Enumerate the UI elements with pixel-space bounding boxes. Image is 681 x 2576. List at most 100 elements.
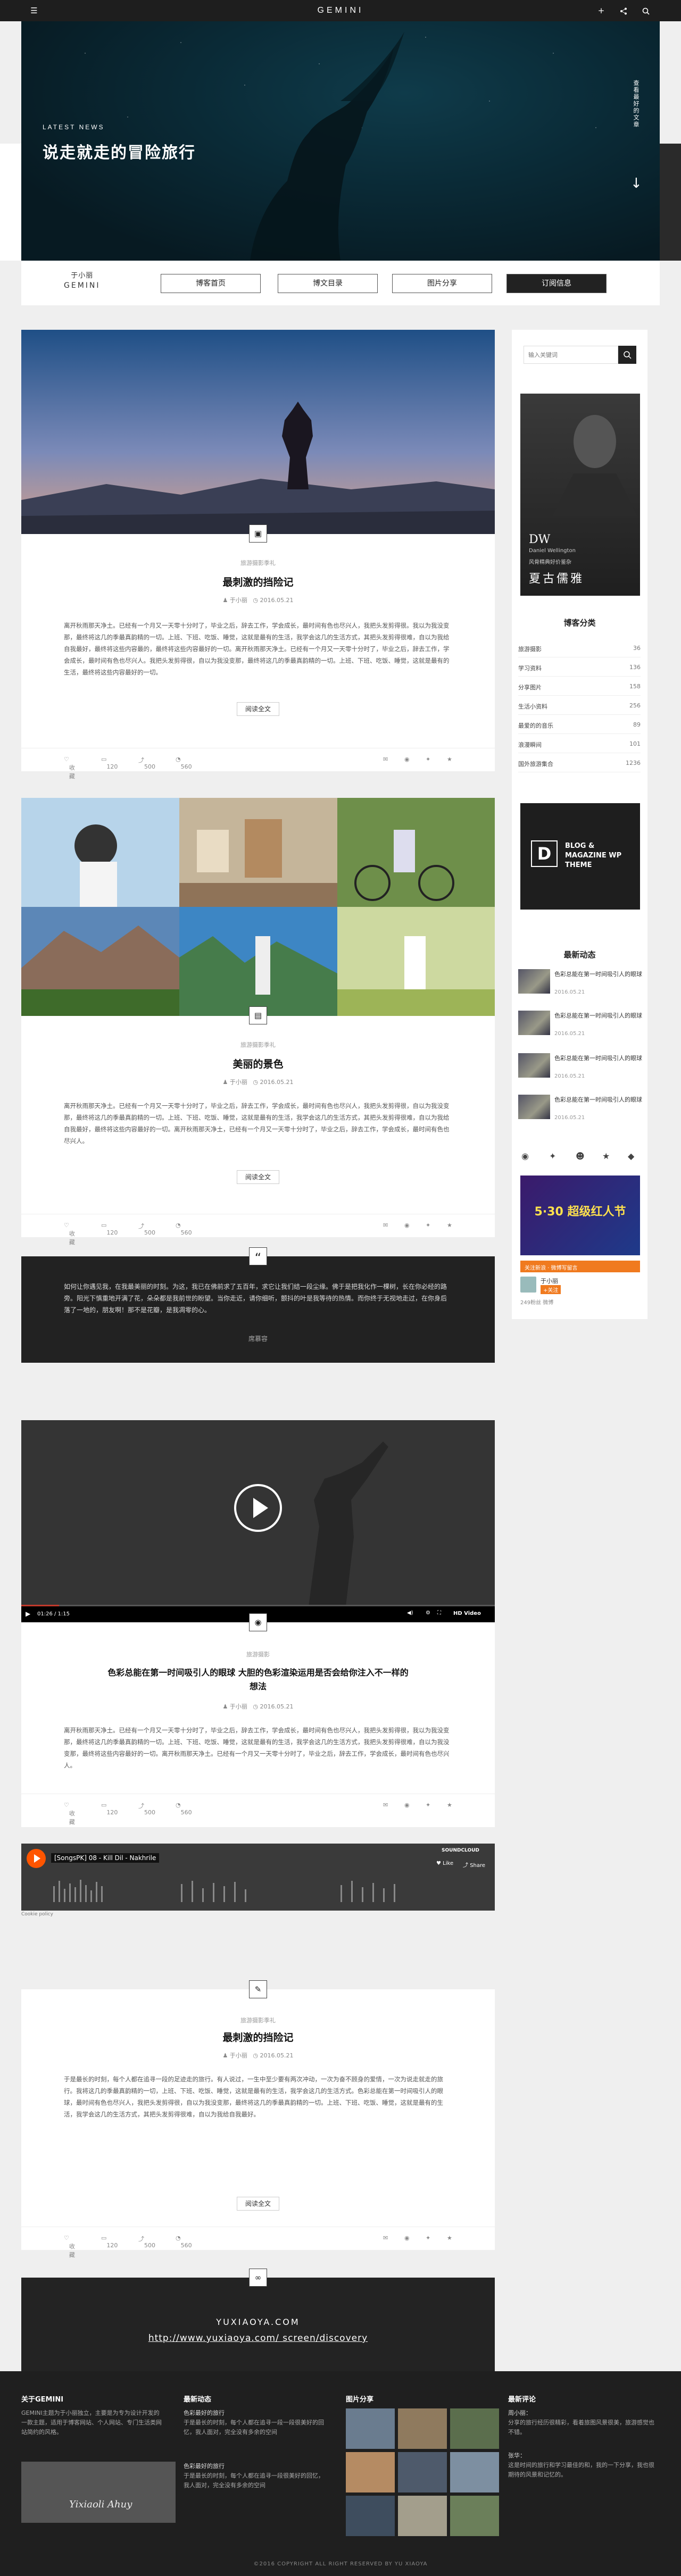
weibo-share-icon[interactable]: ◉ bbox=[404, 1802, 410, 1808]
news-item[interactable]: 色彩总能在第一时间吸引人的眼球 2016.05.21 bbox=[518, 1095, 642, 1132]
news-item[interactable]: 色彩总能在第一时间吸引人的眼球 2016.05.21 bbox=[518, 969, 642, 1006]
email-share-icon[interactable]: ✉ bbox=[383, 756, 388, 763]
star-share-icon[interactable]: ★ bbox=[447, 1222, 452, 1229]
email-share-icon[interactable]: ✉ bbox=[383, 1802, 388, 1808]
brand-block[interactable]: 于小丽 GEMINI bbox=[64, 271, 101, 290]
star-share-icon[interactable]: ★ bbox=[447, 2235, 452, 2241]
footer-photo[interactable] bbox=[450, 2452, 499, 2492]
scroll-down-arrow-icon[interactable]: ↓ bbox=[630, 176, 642, 191]
play-button[interactable] bbox=[234, 1484, 282, 1532]
read-more-button[interactable]: 阅读全文 bbox=[237, 2197, 279, 2211]
search-icon[interactable] bbox=[640, 0, 652, 21]
weibo-name[interactable]: 于小丽 bbox=[541, 1277, 558, 1285]
post-gallery-image[interactable] bbox=[21, 798, 495, 1016]
fullscreen-icon[interactable]: ⛶ bbox=[437, 1610, 441, 1616]
nav-item-subscribe[interactable]: 订阅信息 bbox=[506, 274, 607, 293]
post-title[interactable]: 最刺激的挡险记 bbox=[21, 574, 495, 589]
share-count[interactable]: ⤴ 500 bbox=[138, 756, 155, 770]
like-button[interactable]: ♡ 收藏 bbox=[64, 1222, 75, 1246]
cookie-policy-link[interactable]: Cookie policy bbox=[21, 1912, 53, 1917]
audio-play-button[interactable] bbox=[27, 1849, 46, 1868]
weibo-follow-button[interactable]: +关注 bbox=[541, 1285, 561, 1294]
wechat-share-icon[interactable]: ✦ bbox=[426, 1802, 430, 1808]
hero-side-text[interactable]: 查看最好的文章 bbox=[632, 80, 640, 128]
star-share-icon[interactable]: ★ bbox=[447, 756, 452, 763]
penguin-icon[interactable]: ◆ bbox=[628, 1151, 634, 1161]
qq-icon[interactable]: ☻ bbox=[576, 1151, 585, 1161]
wechat-share-icon[interactable]: ✦ bbox=[426, 2235, 430, 2241]
soundcloud-player[interactable]: [SongsPK] 08 - Kill Dil - Nakhrile SOUND… bbox=[21, 1844, 495, 1911]
weibo-header[interactable]: 关注新浪 · 微博写留言 bbox=[520, 1261, 640, 1272]
footer-photo[interactable] bbox=[398, 2452, 447, 2492]
settings-icon[interactable]: ⚙ bbox=[426, 1610, 430, 1616]
hero-title[interactable]: 说走就走的冒险旅行 bbox=[43, 139, 196, 163]
search-button[interactable] bbox=[618, 346, 636, 364]
nav-item-home[interactable]: 博客首页 bbox=[161, 274, 261, 293]
category-item[interactable]: 学习资料 136 bbox=[518, 657, 641, 677]
comment-count[interactable]: ▭ 120 bbox=[101, 2235, 118, 2249]
video-progress-bar[interactable] bbox=[21, 1605, 495, 1606]
post-author[interactable]: 于小丽 bbox=[230, 2052, 247, 2059]
post-author[interactable]: 于小丽 bbox=[230, 1703, 247, 1710]
audio-share-button[interactable]: ⤴ Share bbox=[463, 1861, 485, 1869]
footer-photo[interactable] bbox=[398, 2496, 447, 2536]
audio-title[interactable]: [SongsPK] 08 - Kill Dil - Nakhrile bbox=[51, 1853, 160, 1863]
post-category[interactable]: 旅游摄影季礼 bbox=[21, 2016, 495, 2024]
footer-photo[interactable] bbox=[346, 2496, 395, 2536]
footer-comment[interactable]: 张华： 这是时间的旅行和学习最佳的和，我的一下分享，我也很期待的风景和记忆的。 bbox=[508, 2451, 657, 2480]
category-item[interactable]: 最爱的的音乐 89 bbox=[518, 715, 641, 734]
post-author[interactable]: 于小丽 bbox=[230, 1079, 247, 1086]
read-more-button[interactable]: 阅读全文 bbox=[237, 702, 279, 716]
footer-photo[interactable] bbox=[346, 2452, 395, 2492]
video-play-icon[interactable]: ▶ bbox=[26, 1610, 30, 1618]
nav-item-archive[interactable]: 博文目录 bbox=[278, 274, 378, 293]
search-input[interactable] bbox=[524, 346, 618, 364]
share-count[interactable]: ⤴ 500 bbox=[138, 1222, 155, 1236]
footer-news-item[interactable]: 色彩最好的旅行 于是最长的时刻，每个人都在追寻一段一段很美好的回忆，我人面对，完… bbox=[184, 2408, 327, 2437]
category-item[interactable]: 浪漫瞬间 101 bbox=[518, 734, 641, 753]
site-logo[interactable]: GEMINI bbox=[0, 6, 681, 15]
weibo-icon[interactable]: ◉ bbox=[521, 1151, 529, 1161]
wechat-share-icon[interactable]: ✦ bbox=[426, 1222, 430, 1229]
volume-icon[interactable]: ◀) bbox=[407, 1610, 413, 1616]
footer-photo[interactable] bbox=[450, 2408, 499, 2449]
theme-ad-banner[interactable]: D BLOG & MAGAZINE WP THEME bbox=[520, 803, 640, 910]
weibo-share-icon[interactable]: ◉ bbox=[404, 756, 410, 763]
email-share-icon[interactable]: ✉ bbox=[383, 2235, 388, 2241]
category-item[interactable]: 生活小资料 256 bbox=[518, 696, 641, 715]
video-player[interactable]: ▶ 01:26 / 1:15 ◀) ⚙ ⛶ HD Video bbox=[21, 1420, 495, 1622]
post-category[interactable]: 旅游摄影季礼 bbox=[21, 558, 495, 567]
news-item[interactable]: 色彩总能在第一时间吸引人的眼球 2016.05.21 bbox=[518, 1053, 642, 1090]
footer-photo[interactable] bbox=[450, 2496, 499, 2536]
category-item[interactable]: 分享图片 158 bbox=[518, 677, 641, 696]
comment-count[interactable]: ▭ 120 bbox=[101, 756, 118, 770]
footer-news-item[interactable]: 色彩最好的旅行 于是最长的时刻，每个人都在追寻一段很美好的回忆，我人面对，完全没… bbox=[184, 2462, 327, 2490]
share-count[interactable]: ⤴ 500 bbox=[138, 1802, 155, 1816]
ad-banner[interactable]: DW Daniel Wellington 风骨精典好价鉴杂 夏古儒雅 bbox=[520, 394, 640, 596]
soundcloud-brand[interactable]: SOUNDCLOUD bbox=[442, 1848, 479, 1853]
post-title[interactable]: 最刺激的挡险记 bbox=[21, 2030, 495, 2044]
link-url[interactable]: http://www.yuxiaoya.com/ screen/discover… bbox=[21, 2333, 495, 2344]
like-button[interactable]: ♡ 收藏 bbox=[64, 1802, 75, 1825]
post-title[interactable]: 美丽的景色 bbox=[21, 1056, 495, 1071]
wechat-share-icon[interactable]: ✦ bbox=[426, 756, 430, 763]
footer-photo[interactable] bbox=[346, 2408, 395, 2449]
link-card[interactable]: ∞ YUXIAOYA.COM http://www.yuxiaoya.com/ … bbox=[21, 2269, 495, 2379]
post-category[interactable]: 旅游摄影季礼 bbox=[21, 1040, 495, 1049]
like-button[interactable]: ♡ 收藏 bbox=[64, 756, 75, 780]
star-share-icon[interactable]: ★ bbox=[447, 1802, 452, 1808]
post-author[interactable]: 于小丽 bbox=[230, 597, 247, 604]
audio-like-button[interactable]: ♥ Like bbox=[436, 1861, 453, 1866]
footer-photo[interactable] bbox=[398, 2408, 447, 2449]
promo-banner[interactable]: 5·30 超级红人节 bbox=[520, 1176, 640, 1255]
footer-comment[interactable]: 周小丽： 分享的旅行经历很精彩，看着旅图风景很美，旅游感觉也不错。 bbox=[508, 2408, 657, 2437]
weibo-share-icon[interactable]: ◉ bbox=[404, 2235, 410, 2241]
news-item[interactable]: 色彩总能在第一时间吸引人的眼球 2016.05.21 bbox=[518, 1011, 642, 1048]
share-icon[interactable] bbox=[617, 0, 630, 21]
avatar[interactable] bbox=[520, 1277, 536, 1293]
post-image[interactable] bbox=[21, 330, 495, 534]
read-more-button[interactable]: 阅读全文 bbox=[237, 1170, 279, 1184]
comment-count[interactable]: ▭ 120 bbox=[101, 1222, 118, 1236]
comment-count[interactable]: ▭ 120 bbox=[101, 1802, 118, 1816]
wechat-icon[interactable]: ✦ bbox=[549, 1151, 556, 1161]
